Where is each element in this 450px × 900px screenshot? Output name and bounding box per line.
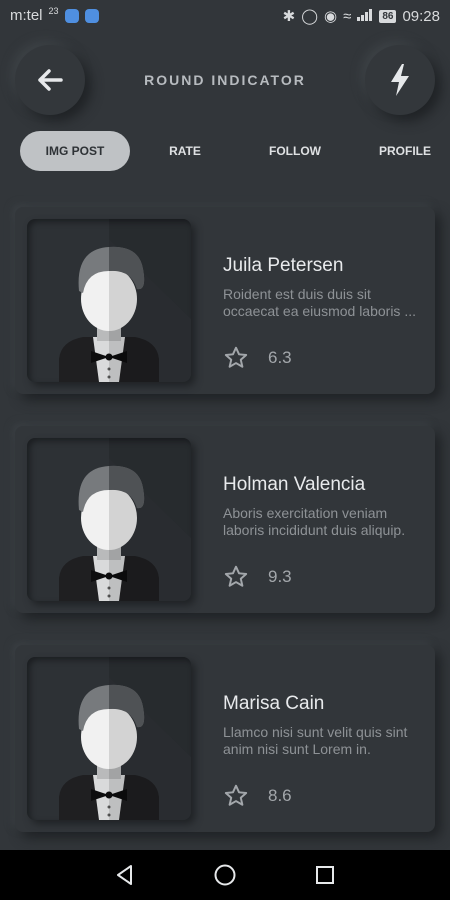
star-icon[interactable] <box>223 345 249 371</box>
rating-value: 8.6 <box>268 786 292 805</box>
recents-square-icon[interactable] <box>313 863 337 887</box>
shield-notification-icon <box>64 8 79 23</box>
person-description: Aboris exercitation veniam laboris incid… <box>223 505 406 538</box>
lightning-icon <box>391 64 409 96</box>
person-avatar-icon <box>59 438 191 601</box>
alarm-icon: ◯ <box>301 8 318 25</box>
back-triangle-icon[interactable] <box>113 863 137 887</box>
tab-profile[interactable]: PROFILE <box>360 131 450 171</box>
carrier-name: m:tel <box>10 7 43 24</box>
person-description: Roident est duis duis sit occaecat ea ei… <box>223 286 416 319</box>
avatar <box>27 438 191 601</box>
person-avatar-icon <box>59 657 191 820</box>
tab-rate[interactable]: RATE <box>140 131 230 171</box>
person-name: Marisa Cain <box>223 693 325 714</box>
avatar <box>27 657 191 820</box>
tab-img-post[interactable]: IMG POST <box>20 131 130 171</box>
home-circle-icon[interactable] <box>213 863 237 887</box>
profile-card[interactable]: Marisa Cain Llamco nisi sunt velit quis … <box>15 645 435 832</box>
avatar <box>27 219 191 382</box>
signal-icon <box>357 8 373 25</box>
clock-time: 09:28 <box>402 7 440 25</box>
battery-icon: 86 <box>379 9 397 23</box>
video-notification-icon <box>84 8 99 23</box>
person-avatar-icon <box>59 219 191 382</box>
person-name: Holman Valencia <box>223 474 366 495</box>
status-bar: m:tel 23 ✱ ◯ ◉ ≈ 86 09:28 <box>0 0 450 30</box>
bluetooth-icon: ✱ <box>282 8 296 25</box>
star-icon[interactable] <box>223 783 249 809</box>
person-description: Llamco nisi sunt velit quis sint anim ni… <box>223 724 408 757</box>
star-icon[interactable] <box>223 564 249 590</box>
eye-icon: ◉ <box>324 8 338 25</box>
wifi-icon: ≈ <box>343 7 352 25</box>
carrier-superscript: 23 <box>48 5 59 16</box>
profile-card[interactable]: Juila Petersen Roident est duis duis sit… <box>15 207 435 394</box>
tab-bar: IMG POST RATE FOLLOW PROFILE <box>20 131 440 171</box>
rating-value: 6.3 <box>268 348 292 367</box>
person-name: Juila Petersen <box>223 255 344 276</box>
system-nav-bar <box>0 850 450 900</box>
rating-value: 9.3 <box>268 567 292 586</box>
tab-follow[interactable]: FOLLOW <box>250 131 340 171</box>
profile-card[interactable]: Holman Valencia Aboris exercitation veni… <box>15 426 435 613</box>
flash-button[interactable] <box>365 45 435 115</box>
